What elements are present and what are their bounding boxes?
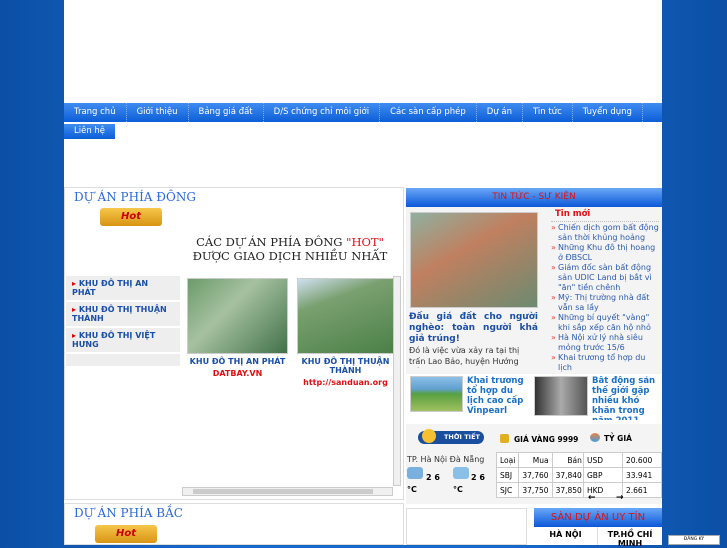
gold-cell: 37,750 [518, 482, 553, 498]
world-realestate-title[interactable]: Bất động sản thế giới gặp nhiều khó khăn… [592, 376, 658, 420]
scroll-thumb[interactable] [193, 489, 373, 494]
gold-cell: 37,840 [551, 467, 586, 483]
news-item[interactable]: Khai trương tổ hợp du lịch [551, 353, 659, 373]
main-nav: Trang chủ Giới thiệu Bảng giá đất D/S ch… [64, 103, 662, 122]
thuan-thanh-image[interactable] [297, 278, 394, 354]
nav-projects[interactable]: Dự án [477, 103, 523, 122]
news-item[interactable]: Mỹ: Thị trường nhà đất vẫn sa lầy [551, 293, 659, 313]
menu-spacer [66, 354, 180, 366]
an-phat-image[interactable] [187, 278, 288, 354]
exchange-icon [590, 433, 600, 442]
menu-thuan-thanh[interactable]: KHU ĐÔ THỊ THUẬN THÀNH [66, 302, 180, 326]
fx-cell: 20.600 [622, 452, 662, 468]
fx-cell: GBP [583, 467, 623, 483]
register-ad[interactable]: ĐĂNG KÝ [668, 535, 720, 545]
weather-cities: TP. Hà Nội Đà Nẵng [407, 455, 485, 464]
fx-label: TỶ GIÁ [604, 434, 632, 443]
hot-badge-north: Hot [95, 525, 157, 543]
gold-cell: SBJ [495, 467, 520, 483]
vinpearl-image[interactable] [410, 376, 463, 412]
menu-viet-hung[interactable]: KHU ĐÔ THỊ VIỆT HƯNG [66, 328, 180, 352]
an-phat-caption[interactable]: KHU ĐÔ THỊ AN PHÁT [187, 357, 288, 366]
hot-badge: Hot [100, 208, 162, 226]
north-title: DỰ ÁN PHÍA BẮC [74, 506, 183, 520]
news-item[interactable]: Chiến dịch gom bất động sản thời khủng h… [551, 223, 659, 243]
east-title: DỰ ÁN PHÍA ĐÔNG [74, 190, 196, 204]
latest-label: Tin mới [555, 209, 591, 219]
col-hcm[interactable]: TP.HỒ CHÍ MINH [598, 527, 662, 548]
news-header: TIN TỨC - SỰ KIỆN [406, 188, 662, 207]
gold-icon [500, 434, 509, 443]
headline-text-2: ĐƯỢC GIAO DỊCH NHIỀU NHẤT [192, 249, 388, 263]
nav-about[interactable]: Giới thiệu [127, 103, 189, 122]
featured-news-image[interactable] [410, 212, 538, 308]
nav-home[interactable]: Trang chủ [64, 103, 127, 122]
unit-danang: °C [453, 485, 463, 494]
gold-header: Mua [518, 452, 553, 468]
latest-news-list: Chiến dịch gom bất động sản thời khủng h… [551, 221, 659, 374]
menu-an-phat[interactable]: KHU ĐÔ THỊ AN PHÁT [66, 276, 180, 300]
nav-land-prices[interactable]: Bảng giá đất [189, 103, 264, 122]
nav-broker-list[interactable]: D/S chứng chỉ môi giới [264, 103, 381, 122]
fx-next-arrow-icon[interactable]: → [616, 493, 624, 503]
gold-cell: SJC [495, 482, 520, 498]
unit-hanoi: °C [407, 485, 417, 494]
rain-icon [407, 467, 423, 479]
gold-cell: 37,760 [518, 467, 553, 483]
fx-cell: 33.941 [622, 467, 662, 483]
east-headline: CÁC DỰ ÁN PHÍA ĐÔNG "HOT" ĐƯỢC GIAO DỊCH… [190, 235, 390, 263]
nav-contact[interactable]: Liên hệ [64, 124, 115, 139]
temp-hanoi: 2 6 [426, 473, 440, 482]
sun-icon [422, 429, 436, 443]
exchanges-cols: HÀ NỘI TP.HỒ CHÍ MINH [534, 527, 662, 548]
nav-licensed-exchanges[interactable]: Các sàn cấp phép [380, 103, 477, 122]
headline-hot: "HOT" [346, 235, 384, 249]
thuan-thanh-link[interactable]: http://sanduan.org [297, 378, 394, 387]
fx-cell: USD [583, 452, 623, 468]
col-hanoi[interactable]: HÀ NỘI [534, 527, 598, 545]
vinpearl-news-title[interactable]: Khai trương tổ hợp du lịch cao cấp Vinpe… [467, 376, 527, 416]
empty-box [406, 508, 527, 545]
gold-header: Loại [495, 452, 520, 468]
cloud-icon [453, 467, 469, 479]
east-menu: KHU ĐÔ THỊ AN PHÁT KHU ĐÔ THỊ THUẬN THÀN… [66, 276, 180, 366]
nav-jobs[interactable]: Tuyển dụng [573, 103, 643, 122]
world-realestate-image[interactable] [534, 376, 588, 416]
fx-cell: 2.661 [622, 482, 662, 498]
gold-table: Loại Mua Bán SBJ 37,760 37,840 SJC 37,750 37,8… [495, 452, 586, 498]
exchanges-header: SÀN DỰ ÁN UY TÍN [534, 508, 662, 527]
thuan-thanh-caption[interactable]: KHU ĐÔ THỊ THUẬN THÀNH [297, 357, 394, 375]
news-item[interactable]: Những Khu đô thị hoang ở ĐBSCL [551, 243, 659, 263]
news-item[interactable]: Hà Nội xử lý nhà siêu mỏng trước 15/6 [551, 333, 659, 353]
news-item[interactable]: Những bí quyết "vàng" khi sắp xếp căn hộ… [551, 313, 659, 333]
temp-danang: 2 6 [471, 473, 485, 482]
news-item[interactable]: Giám đốc sàn bất động sản UDIC Land bị b… [551, 263, 659, 293]
fx-prev-arrow-icon[interactable]: ← [588, 493, 596, 503]
gold-header: Bán [551, 452, 586, 468]
headline-text: CÁC DỰ ÁN PHÍA ĐÔNG [196, 235, 347, 249]
gold-cell: 37,850 [551, 482, 586, 498]
vertical-scrollbar[interactable] [393, 276, 401, 486]
featured-news-summary: Đó là việc vừa xảy ra tại thị trấn Lao B… [409, 346, 520, 368]
fx-table: USD 20.600 GBP 33.941 HKD 2.661 [583, 452, 662, 498]
nav-news[interactable]: Tin tức [523, 103, 573, 122]
horizontal-scrollbar[interactable] [182, 487, 393, 496]
an-phat-link[interactable]: DATBAY.VN [187, 369, 288, 378]
featured-news-title[interactable]: Đấu giá đất cho người nghèo: toàn người … [409, 312, 538, 345]
gold-label: GIÁ VÀNG 9999 [514, 435, 579, 444]
